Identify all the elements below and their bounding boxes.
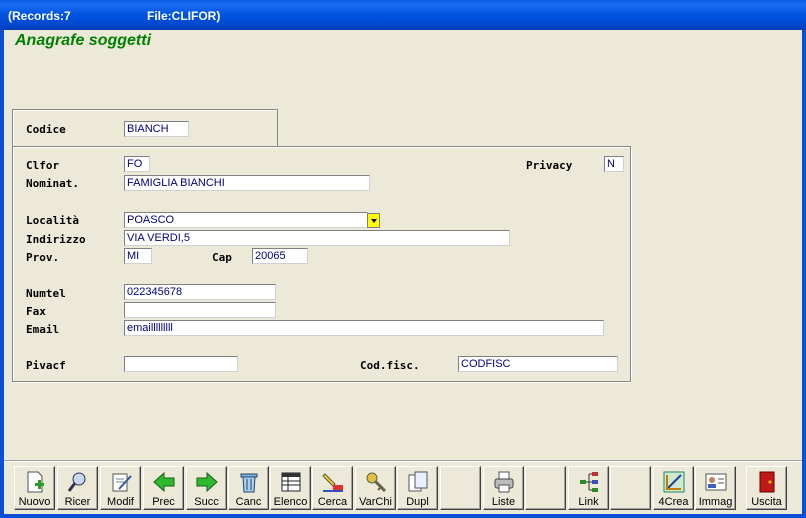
uscita-button[interactable]: Uscita [746, 466, 787, 510]
pivacf-label: Pivacf [26, 359, 66, 372]
edit-document-icon [112, 473, 132, 492]
cap-label: Cap [212, 251, 232, 264]
prov-label: Prov. [26, 251, 60, 264]
prec-label: Prec [152, 496, 175, 508]
varchi-button[interactable]: VarChi [355, 466, 396, 510]
window-titlebar[interactable]: (Records:7 File:CLIFOR) [0, 0, 806, 30]
codfisc-field[interactable]: CODFISC [458, 356, 618, 372]
clfor-field[interactable]: FO [124, 156, 150, 172]
canc-label: Canc [235, 496, 262, 508]
localita-dropdown-button[interactable] [367, 213, 380, 228]
nuovo-button[interactable]: Nuovo [14, 466, 55, 510]
succ-button[interactable]: Succ [186, 466, 227, 510]
list-table-icon [281, 472, 301, 492]
cerca-label: Cerca [317, 496, 348, 508]
dupl-label: Dupl [406, 496, 429, 508]
crea4-button[interactable]: 4Crea [653, 466, 694, 510]
ricer-button[interactable]: Ricer [57, 466, 98, 510]
email-field[interactable]: emailllllllll [124, 320, 604, 336]
indirizzo-field[interactable]: VIA VERDI,5 [124, 230, 510, 246]
search-icon [67, 472, 86, 492]
duplicate-icon [408, 471, 428, 492]
clfor-label: Clfor [26, 159, 60, 172]
dupl-button[interactable]: Dupl [397, 466, 438, 510]
file-name: File:CLIFOR) [147, 9, 221, 23]
printer-icon [494, 471, 514, 493]
page-title: Anagrafe soggetti [15, 32, 152, 49]
elenco-label: Elenco [273, 496, 308, 508]
numtel-field[interactable]: 022345678 [124, 284, 276, 300]
arrow-left-icon [153, 471, 175, 493]
privacy-label: Privacy [526, 159, 573, 172]
key-icon [366, 472, 387, 493]
liste-label: Liste [491, 496, 516, 508]
elenco-button[interactable]: Elenco [270, 466, 311, 510]
link-label: Link [578, 496, 599, 508]
varchi-label: VarChi [359, 496, 392, 508]
immag-label: Immag [698, 496, 733, 508]
empty-button-2[interactable] [525, 466, 566, 510]
prov-field[interactable]: MI [124, 248, 152, 264]
id-card-icon [705, 473, 727, 491]
succ-label: Succ [194, 496, 219, 508]
codice-label: Codice [26, 123, 66, 136]
localita-field[interactable]: POASCO [124, 212, 368, 228]
nuovo-label: Nuovo [18, 496, 51, 508]
crea4-label: 4Crea [658, 496, 689, 508]
exit-door-icon [759, 471, 775, 493]
modif-label: Modif [107, 496, 134, 508]
ricer-label: Ricer [64, 496, 91, 508]
design-tools-icon [663, 471, 685, 493]
arrow-right-icon [196, 471, 218, 493]
immag-button[interactable]: Immag [695, 466, 736, 510]
highlighter-icon [322, 473, 343, 492]
codfisc-label: Cod.fisc. [360, 359, 420, 372]
fax-label: Fax [26, 305, 46, 318]
link-button[interactable]: Link [568, 466, 609, 510]
prec-button[interactable]: Prec [143, 466, 184, 510]
modif-button[interactable]: Modif [100, 466, 141, 510]
new-document-icon [27, 471, 44, 493]
trash-icon [240, 473, 258, 493]
empty-button-1[interactable] [440, 466, 481, 510]
cap-field[interactable]: 20065 [252, 248, 308, 264]
indirizzo-label: Indirizzo [26, 233, 86, 246]
nominat-field[interactable]: FAMIGLIA BIANCHI [124, 175, 370, 191]
canc-button[interactable]: Canc [228, 466, 269, 510]
codice-field[interactable]: BIANCH [124, 121, 189, 137]
cerca-button[interactable]: Cerca [312, 466, 353, 510]
empty-button-3[interactable] [610, 466, 651, 510]
liste-button[interactable]: Liste [483, 466, 524, 510]
nominat-label: Nominat. [26, 177, 79, 190]
pivacf-field[interactable] [124, 356, 238, 372]
email-label: Email [26, 323, 60, 336]
fax-field[interactable] [124, 302, 276, 318]
numtel-label: Numtel [26, 287, 66, 300]
localita-label: Località [26, 214, 79, 227]
uscita-label: Uscita [751, 496, 782, 508]
toolbar-separator [4, 460, 802, 462]
tree-link-icon [580, 472, 598, 492]
privacy-field[interactable]: N [604, 156, 624, 172]
records-count: (Records:7 [8, 9, 71, 23]
